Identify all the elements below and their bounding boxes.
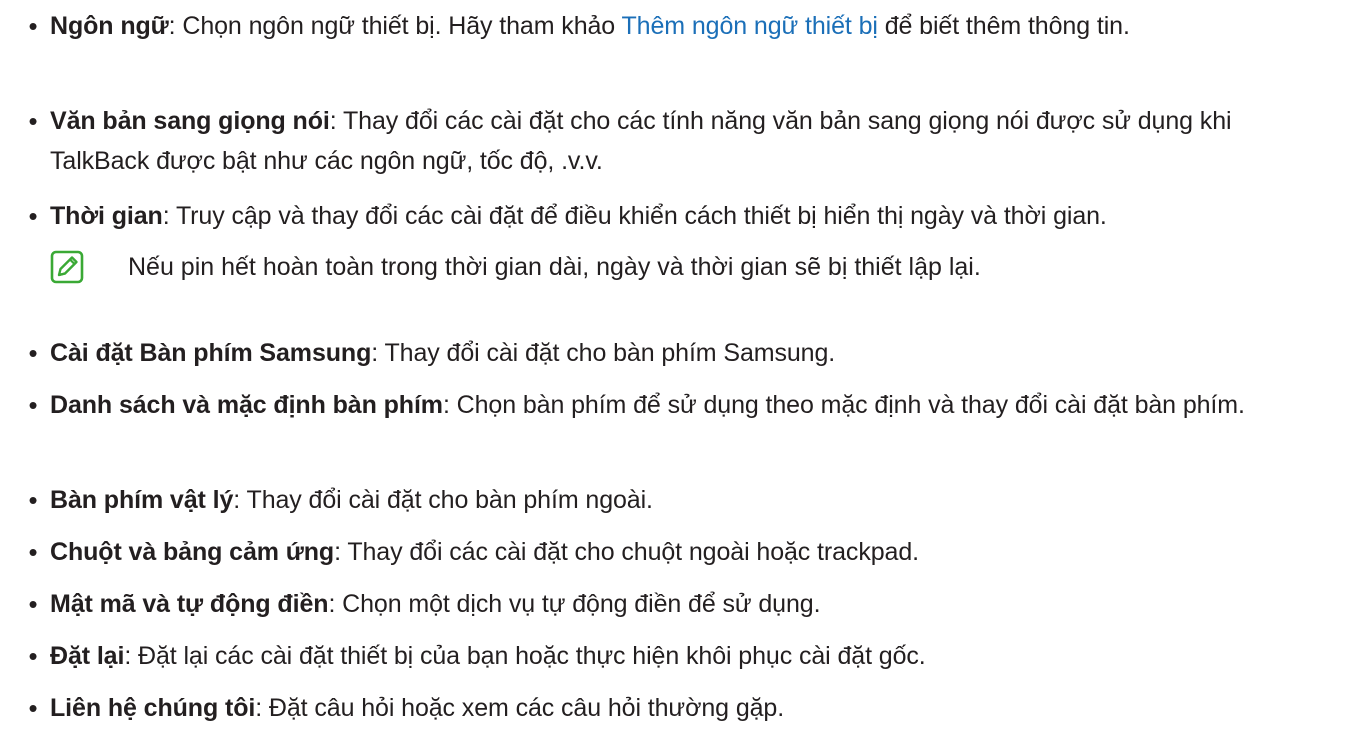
- note-block: Nếu pin hết hoàn toàn trong thời gian dà…: [50, 245, 1320, 289]
- item-description: : Đặt câu hỏi hoặc xem các câu hỏi thườn…: [255, 694, 785, 722]
- item-description-continued: để biết thêm thông tin.: [877, 12, 1130, 40]
- item-term: Liên hệ chúng tôi: [50, 694, 256, 722]
- bullet: •: [28, 589, 38, 619]
- item-description: : Truy cập và thay đổi các cài đặt để đi…: [162, 202, 1107, 230]
- list-item-text: Cài đặt Bàn phím Samsung: Thay đổi cài đ…: [50, 333, 1320, 373]
- bullet: •: [28, 106, 38, 136]
- item-description: : Chọn bàn phím để sử dụng theo mặc định…: [442, 391, 1245, 419]
- note-text: Nếu pin hết hoàn toàn trong thời gian dà…: [128, 253, 981, 281]
- bullet: •: [28, 641, 38, 671]
- list-item-text: Danh sách và mặc định bàn phím: Chọn bàn…: [50, 385, 1320, 425]
- list-item-text: Liên hệ chúng tôi: Đặt câu hỏi hoặc xem …: [50, 688, 1320, 728]
- list-item-text: Mật mã và tự động điền: Chọn một dịch vụ…: [50, 584, 1320, 624]
- item-term: Đặt lại: [50, 642, 125, 670]
- item-term: Chuột và bảng cảm ứng: [50, 538, 335, 566]
- bullet: •: [28, 537, 38, 567]
- add-device-language-link[interactable]: Thêm ngôn ngữ thiết bị: [622, 12, 878, 40]
- list-item-text: Chuột và bảng cảm ứng: Thay đổi các cài …: [50, 532, 1320, 572]
- bullet: •: [28, 11, 38, 41]
- item-description: : Thay đổi cài đặt cho bàn phím Samsung.: [371, 339, 836, 367]
- list-item-text: Thời gian: Truy cập và thay đổi các cài …: [50, 196, 1320, 236]
- list-item-text: Ngôn ngữ: Chọn ngôn ngữ thiết bị. Hãy th…: [50, 6, 1320, 46]
- item-term: Ngôn ngữ: [50, 12, 169, 40]
- item-term: Văn bản sang giọng nói: [50, 107, 330, 135]
- item-description: : Đặt lại các cài đặt thiết bị của bạn h…: [124, 642, 926, 670]
- bullet: •: [28, 485, 38, 515]
- list-item-text: Bàn phím vật lý: Thay đổi cài đặt cho bà…: [50, 480, 1320, 520]
- item-term: Mật mã và tự động điền: [50, 590, 329, 618]
- item-description: : Thay đổi cài đặt cho bàn phím ngoài.: [233, 486, 653, 514]
- bullet: •: [28, 201, 38, 231]
- bullet: •: [28, 338, 38, 368]
- item-term: Cài đặt Bàn phím Samsung: [50, 339, 372, 367]
- item-description: : Chọn một dịch vụ tự động điền để sử dụ…: [328, 590, 821, 618]
- item-term: Danh sách và mặc định bàn phím: [50, 391, 443, 419]
- settings-description-page: • Ngôn ngữ: Chọn ngôn ngữ thiết bị. Hãy …: [0, 0, 1346, 752]
- bullet: •: [28, 390, 38, 420]
- bullet: •: [28, 693, 38, 723]
- list-item-text: Đặt lại: Đặt lại các cài đặt thiết bị củ…: [50, 636, 1320, 676]
- item-term: Thời gian: [50, 202, 163, 230]
- note-pencil-icon: [50, 250, 84, 284]
- item-description: : Thay đổi các cài đặt cho chuột ngoài h…: [334, 538, 919, 566]
- item-description: : Chọn ngôn ngữ thiết bị. Hãy tham khảo: [168, 12, 622, 40]
- list-item-text: Văn bản sang giọng nói: Thay đổi các cài…: [50, 101, 1320, 181]
- item-term: Bàn phím vật lý: [50, 486, 234, 514]
